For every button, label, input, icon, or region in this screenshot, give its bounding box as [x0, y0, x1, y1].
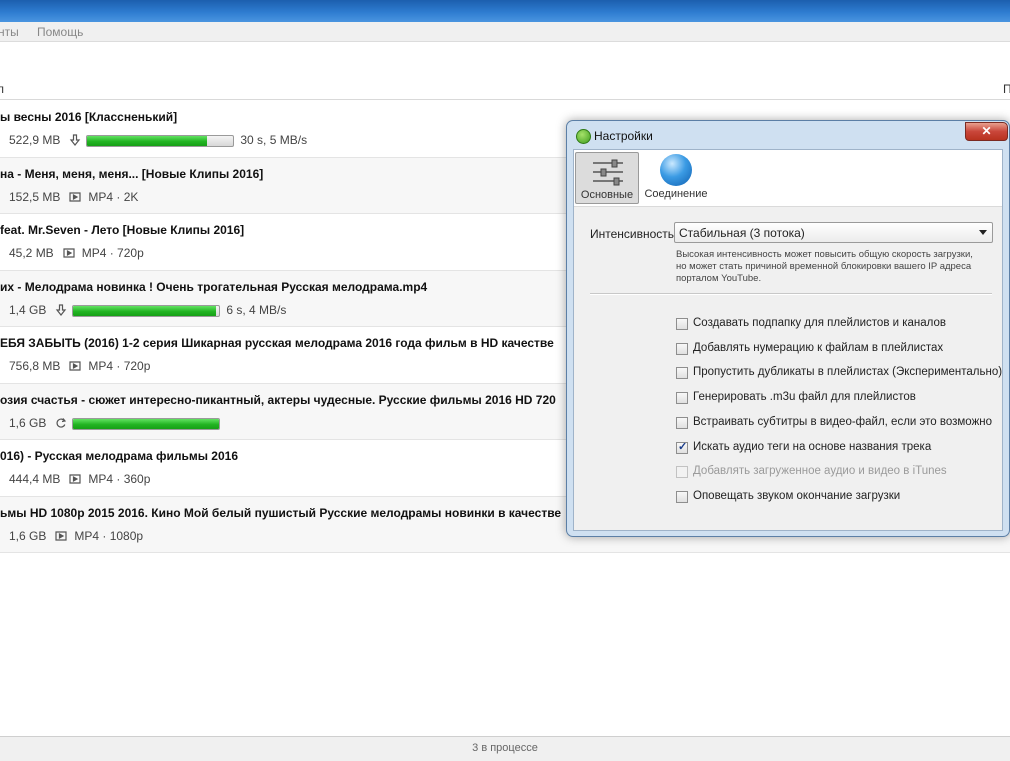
download-title: озия счастья - сюжет интересно-пикантный… [0, 392, 556, 407]
app-title-bar [0, 0, 1010, 22]
option-label: Создавать подпапку для плейлистов и кана… [693, 317, 947, 329]
download-title: feat. Mr.Seven - Лето [Новые Клипы 2016] [0, 223, 245, 237]
video-icon [69, 474, 81, 484]
checkbox[interactable] [676, 342, 688, 355]
file-size: 1,4 GB [9, 302, 47, 317]
tab-label: Соединение [644, 188, 708, 200]
download-title: ЕБЯ ЗАБЫТЬ (2016) 1-2 серия Шикарная рус… [0, 336, 554, 350]
download-title: их - Мелодрама новинка ! Очень трогатель… [0, 279, 428, 294]
video-icon [69, 361, 81, 371]
download-speed: 6 s, 4 MB/s [226, 302, 287, 317]
tab-general[interactable]: Основные [575, 152, 639, 204]
sliders-icon [593, 159, 623, 186]
dialog-content: Основные Соединение Интенсивность Стабил… [573, 149, 1003, 531]
download-title: ы весны 2016 [Классненький] [0, 110, 178, 124]
download-arrow-icon [70, 134, 81, 146]
option-label: Оповещать звуком окончание загрузки [693, 489, 901, 502]
video-icon [55, 530, 67, 541]
file-size: 1,6 GB [9, 528, 47, 543]
video-icon [63, 248, 75, 258]
download-title: ьмы HD 1080p 2015 2016. Кино Мой белый п… [0, 505, 562, 520]
file-size: 45,2 MB [9, 246, 54, 260]
progress-fill [73, 305, 217, 316]
app-logo-icon [576, 129, 591, 144]
checkbox[interactable] [676, 392, 688, 405]
checkbox[interactable] [676, 416, 688, 429]
video-icon [69, 191, 81, 202]
chevron-down-icon [979, 230, 987, 235]
divider [590, 293, 992, 295]
checkbox[interactable] [676, 367, 688, 380]
checkmark-icon: ✓ [678, 440, 688, 453]
menu-item-help[interactable]: Помощь [37, 25, 83, 39]
file-size: 756,8 MB [9, 359, 61, 373]
option-label: Добавлять загруженное аудио и видео в iT… [693, 465, 947, 478]
tab-connection[interactable]: Соединение [640, 152, 712, 204]
toolbar: л П [0, 42, 1010, 100]
status-text: 3 в процессе [472, 742, 538, 754]
checkbox[interactable]: ✓ [676, 440, 688, 454]
checkbox[interactable] [676, 318, 688, 330]
checkbox[interactable] [676, 490, 688, 503]
progress-fill [87, 136, 208, 146]
intensity-hint: Высокая интенсивность может повысить общ… [676, 249, 973, 284]
menu-item-tools[interactable]: нты [0, 25, 19, 39]
file-size: 1,6 GB [9, 415, 47, 430]
intensity-value: Стабильная (3 потока) [679, 226, 805, 240]
download-title: на - Меня, меня, меня... [Новые Клипы 20… [0, 166, 264, 181]
status-bar: 3 в процессе [0, 736, 1010, 761]
download-arrow-icon [56, 303, 67, 316]
intensity-select[interactable]: Стабильная (3 потока) [674, 222, 993, 243]
globe-icon [660, 154, 692, 186]
option-label: Встраивать субтитры в видео-файл, если э… [693, 415, 993, 428]
file-format: MP4 · 1080p [74, 528, 144, 543]
checkbox [676, 466, 688, 479]
option-label: Генерировать .m3u файл для плейлистов [693, 391, 916, 404]
option-label: Добавлять нумерацию к файлам в плейлиста… [693, 341, 944, 354]
menu-bar: нты Помощь [0, 22, 1010, 42]
file-format: MP4 · 720p [88, 359, 151, 373]
dialog-title: Настройки [594, 129, 653, 143]
file-format: MP4 · 720p [81, 246, 144, 260]
refresh-icon [56, 417, 67, 428]
progress-bar [86, 135, 235, 147]
intensity-label: Интенсивность [590, 227, 675, 241]
close-button[interactable]: ✕ [965, 122, 1008, 141]
progress-bar [72, 417, 221, 430]
file-size: 522,9 MB [9, 133, 61, 147]
file-format: MP4 · 360p [88, 472, 151, 486]
download-title: 016) - Русская мелодрама фильмы 2016 [0, 449, 238, 463]
option-label: Пропустить дубликаты в плейлистах (Экспе… [693, 366, 1003, 379]
file-format: MP4 · 2K [88, 189, 139, 204]
file-size: 152,5 MB [9, 189, 61, 204]
option-label: Искать аудио теги на основе названия тре… [693, 440, 932, 453]
tab-label: Основные [580, 189, 634, 201]
toolbar-right-label[interactable]: П [1003, 82, 1010, 96]
progress-fill [73, 418, 220, 429]
settings-dialog: Настройки ✕ Основные Соединение Интенсив… [566, 120, 1010, 537]
file-size: 444,4 MB [9, 472, 61, 486]
toolbar-left-label[interactable]: л [0, 82, 4, 96]
progress-bar [72, 304, 221, 317]
download-speed: 30 s, 5 MB/s [240, 133, 308, 147]
settings-tabs: Основные Соединение [574, 150, 1002, 207]
